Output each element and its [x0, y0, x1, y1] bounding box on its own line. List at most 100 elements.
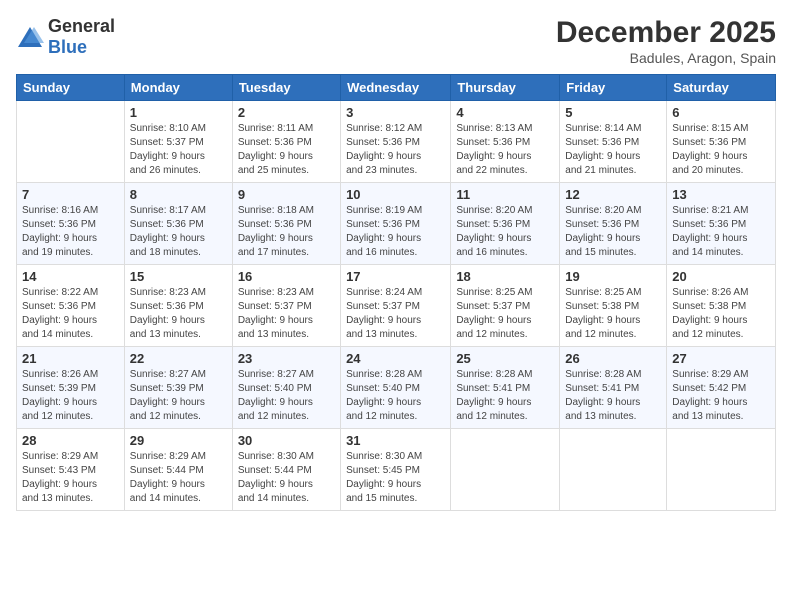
day-info: Sunrise: 8:11 AM Sunset: 5:36 PM Dayligh…	[238, 122, 335, 178]
calendar-cell: 19Sunrise: 8:25 AM Sunset: 5:38 PM Dayli…	[560, 265, 667, 347]
calendar-cell: 18 Sunrise: 8:25 AM Sunset: 5:37 PM Dayli…	[451, 265, 560, 347]
location-title: Badules, Aragon, Spain	[556, 50, 776, 66]
day-number: 4	[456, 105, 554, 120]
day-number: 21	[22, 351, 119, 366]
day-number: 30	[238, 433, 335, 448]
calendar-cell: 10 Sunrise: 8:19 AM Sunset: 5:36 PM Dayli…	[341, 183, 451, 265]
calendar-cell	[560, 429, 667, 511]
calendar-cell: 17 Sunrise: 8:24 AM Sunset: 5:37 PM Dayli…	[341, 265, 451, 347]
day-number: 28	[22, 433, 119, 448]
day-number: 6	[672, 105, 770, 120]
day-info: Sunrise: 8:27 AM Sunset: 5:39 PM Dayligh…	[130, 368, 227, 424]
day-number: 31	[346, 433, 445, 448]
col-header-monday: Monday	[124, 75, 232, 101]
day-info: Sunrise: 8:23 AM Sunset: 5:36 PM Dayligh…	[130, 286, 227, 342]
calendar-cell: 6Sunrise: 8:15 AM Sunset: 5:36 PM Daylig…	[667, 101, 776, 183]
calendar-cell: 9 Sunrise: 8:18 AM Sunset: 5:36 PM Daylig…	[232, 183, 340, 265]
day-info: Sunrise: 8:29 AM Sunset: 5:43 PM Dayligh…	[22, 450, 119, 506]
day-number: 11	[456, 187, 554, 202]
day-info: Sunrise: 8:30 AM Sunset: 5:45 PM Dayligh…	[346, 450, 445, 506]
day-info: Sunrise: 8:28 AM Sunset: 5:40 PM Dayligh…	[346, 368, 445, 424]
day-number: 1	[130, 105, 227, 120]
day-info: Sunrise: 8:27 AM Sunset: 5:40 PM Dayligh…	[238, 368, 335, 424]
calendar-cell: 27Sunrise: 8:29 AM Sunset: 5:42 PM Dayli…	[667, 347, 776, 429]
day-info: Sunrise: 8:20 AM Sunset: 5:36 PM Dayligh…	[565, 204, 661, 260]
logo-blue: Blue	[48, 37, 87, 57]
day-info: Sunrise: 8:14 AM Sunset: 5:36 PM Dayligh…	[565, 122, 661, 178]
calendar-cell: 7Sunrise: 8:16 AM Sunset: 5:36 PM Daylig…	[17, 183, 125, 265]
day-number: 29	[130, 433, 227, 448]
calendar-cell: 11Sunrise: 8:20 AM Sunset: 5:36 PM Dayli…	[451, 183, 560, 265]
calendar-cell: 25Sunrise: 8:28 AM Sunset: 5:41 PM Dayli…	[451, 347, 560, 429]
calendar-cell: 12Sunrise: 8:20 AM Sunset: 5:36 PM Dayli…	[560, 183, 667, 265]
col-header-thursday: Thursday	[451, 75, 560, 101]
calendar-cell: 28 Sunrise: 8:29 AM Sunset: 5:43 PM Dayli…	[17, 429, 125, 511]
day-info: Sunrise: 8:22 AM Sunset: 5:36 PM Dayligh…	[22, 286, 119, 342]
day-info: Sunrise: 8:24 AM Sunset: 5:37 PM Dayligh…	[346, 286, 445, 342]
calendar-week-row: 1Sunrise: 8:10 AM Sunset: 5:37 PM Daylig…	[17, 101, 776, 183]
day-info: Sunrise: 8:25 AM Sunset: 5:37 PM Dayligh…	[456, 286, 554, 342]
calendar-cell: 29 Sunrise: 8:29 AM Sunset: 5:44 PM Dayli…	[124, 429, 232, 511]
day-info: Sunrise: 8:19 AM Sunset: 5:36 PM Dayligh…	[346, 204, 445, 260]
day-info: Sunrise: 8:23 AM Sunset: 5:37 PM Dayligh…	[238, 286, 335, 342]
calendar-week-row: 28 Sunrise: 8:29 AM Sunset: 5:43 PM Dayli…	[17, 429, 776, 511]
logo-icon	[16, 25, 44, 49]
day-info: Sunrise: 8:25 AM Sunset: 5:38 PM Dayligh…	[565, 286, 661, 342]
header: General Blue December 2025 Badules, Arag…	[16, 16, 776, 66]
day-info: Sunrise: 8:12 AM Sunset: 5:36 PM Dayligh…	[346, 122, 445, 178]
calendar-cell	[451, 429, 560, 511]
calendar-cell: 4 Sunrise: 8:13 AM Sunset: 5:36 PM Daylig…	[451, 101, 560, 183]
day-info: Sunrise: 8:29 AM Sunset: 5:44 PM Dayligh…	[130, 450, 227, 506]
logo: General Blue	[16, 16, 115, 58]
month-title: December 2025	[556, 16, 776, 50]
day-number: 18	[456, 269, 554, 284]
calendar-header-row: SundayMondayTuesdayWednesdayThursdayFrid…	[17, 75, 776, 101]
calendar-week-row: 21 Sunrise: 8:26 AM Sunset: 5:39 PM Dayli…	[17, 347, 776, 429]
calendar-cell: 21 Sunrise: 8:26 AM Sunset: 5:39 PM Dayli…	[17, 347, 125, 429]
day-number: 26	[565, 351, 661, 366]
day-number: 9	[238, 187, 335, 202]
calendar-week-row: 14 Sunrise: 8:22 AM Sunset: 5:36 PM Dayli…	[17, 265, 776, 347]
calendar-cell: 24 Sunrise: 8:28 AM Sunset: 5:40 PM Dayli…	[341, 347, 451, 429]
calendar-cell: 13Sunrise: 8:21 AM Sunset: 5:36 PM Dayli…	[667, 183, 776, 265]
day-number: 24	[346, 351, 445, 366]
calendar-cell: 23 Sunrise: 8:27 AM Sunset: 5:40 PM Dayli…	[232, 347, 340, 429]
day-number: 22	[130, 351, 227, 366]
page-container: General Blue December 2025 Badules, Arag…	[0, 0, 792, 521]
calendar-cell: 20Sunrise: 8:26 AM Sunset: 5:38 PM Dayli…	[667, 265, 776, 347]
day-number: 17	[346, 269, 445, 284]
day-number: 5	[565, 105, 661, 120]
calendar-cell: 30 Sunrise: 8:30 AM Sunset: 5:44 PM Dayli…	[232, 429, 340, 511]
col-header-sunday: Sunday	[17, 75, 125, 101]
calendar-cell: 26 Sunrise: 8:28 AM Sunset: 5:41 PM Dayli…	[560, 347, 667, 429]
calendar-table: SundayMondayTuesdayWednesdayThursdayFrid…	[16, 74, 776, 511]
day-info: Sunrise: 8:17 AM Sunset: 5:36 PM Dayligh…	[130, 204, 227, 260]
day-number: 14	[22, 269, 119, 284]
calendar-cell: 22 Sunrise: 8:27 AM Sunset: 5:39 PM Dayli…	[124, 347, 232, 429]
calendar-cell: 16 Sunrise: 8:23 AM Sunset: 5:37 PM Dayli…	[232, 265, 340, 347]
day-info: Sunrise: 8:30 AM Sunset: 5:44 PM Dayligh…	[238, 450, 335, 506]
logo-general: General	[48, 16, 115, 36]
calendar-cell: 14 Sunrise: 8:22 AM Sunset: 5:36 PM Dayli…	[17, 265, 125, 347]
calendar-week-row: 7Sunrise: 8:16 AM Sunset: 5:36 PM Daylig…	[17, 183, 776, 265]
day-info: Sunrise: 8:21 AM Sunset: 5:36 PM Dayligh…	[672, 204, 770, 260]
calendar-cell: 8 Sunrise: 8:17 AM Sunset: 5:36 PM Daylig…	[124, 183, 232, 265]
day-info: Sunrise: 8:26 AM Sunset: 5:39 PM Dayligh…	[22, 368, 119, 424]
day-number: 10	[346, 187, 445, 202]
title-block: December 2025 Badules, Aragon, Spain	[556, 16, 776, 66]
calendar-cell	[667, 429, 776, 511]
day-number: 23	[238, 351, 335, 366]
day-number: 8	[130, 187, 227, 202]
day-number: 20	[672, 269, 770, 284]
calendar-cell: 3 Sunrise: 8:12 AM Sunset: 5:36 PM Daylig…	[341, 101, 451, 183]
day-number: 3	[346, 105, 445, 120]
day-number: 7	[22, 187, 119, 202]
day-number: 16	[238, 269, 335, 284]
day-number: 15	[130, 269, 227, 284]
col-header-saturday: Saturday	[667, 75, 776, 101]
calendar-cell: 15 Sunrise: 8:23 AM Sunset: 5:36 PM Dayli…	[124, 265, 232, 347]
day-info: Sunrise: 8:18 AM Sunset: 5:36 PM Dayligh…	[238, 204, 335, 260]
day-info: Sunrise: 8:13 AM Sunset: 5:36 PM Dayligh…	[456, 122, 554, 178]
day-info: Sunrise: 8:28 AM Sunset: 5:41 PM Dayligh…	[565, 368, 661, 424]
calendar-cell: 1Sunrise: 8:10 AM Sunset: 5:37 PM Daylig…	[124, 101, 232, 183]
